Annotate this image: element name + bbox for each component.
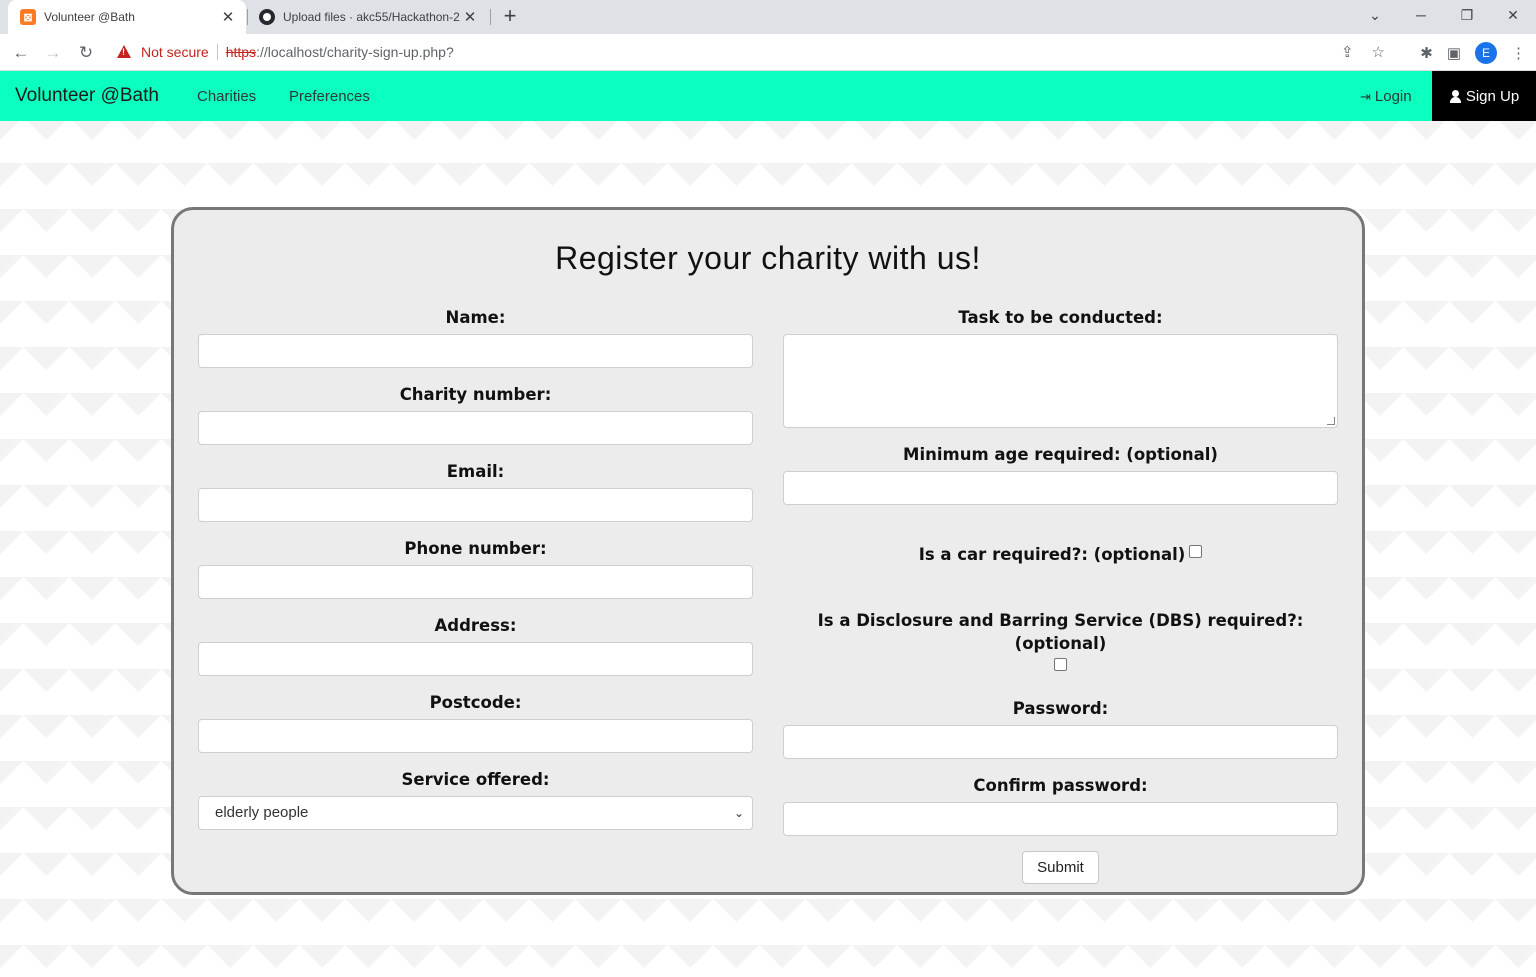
extensions-icon[interactable]: ✱ — [1420, 44, 1433, 62]
nav-signup[interactable]: Sign Up — [1432, 71, 1536, 121]
service-select-value: elderly people — [215, 804, 309, 821]
site-navbar: Volunteer @Bath Charities Preferences ⇥ … — [0, 71, 1536, 121]
back-icon[interactable]: ← — [8, 40, 34, 66]
tab-title: Volunteer @Bath — [44, 10, 135, 24]
task-label: Task to be conducted: — [958, 308, 1163, 327]
nav-link-preferences[interactable]: Preferences — [289, 88, 370, 105]
email-label: Email: — [446, 462, 505, 481]
signup-label: Sign Up — [1465, 87, 1520, 105]
confirm-password-input[interactable] — [783, 802, 1338, 836]
nav-link-charities[interactable]: Charities — [197, 88, 256, 105]
charity-number-input[interactable] — [198, 411, 753, 445]
tab-search-icon[interactable]: ⌄ — [1352, 0, 1398, 30]
omnibox-actions: ⇪ ☆ — [1341, 37, 1395, 67]
github-icon — [259, 9, 275, 25]
share-icon[interactable]: ⇪ — [1341, 43, 1354, 61]
login-icon: ⇥ — [1360, 88, 1371, 104]
minimize-icon[interactable]: ─ — [1398, 0, 1444, 30]
forward-icon[interactable]: → — [40, 40, 66, 66]
dbs-label-line1: Is a Disclosure and Barring Service (DBS… — [817, 611, 1304, 630]
toolbar-actions: ✱ ▣ E ⋮ — [1420, 34, 1526, 71]
confirm-password-label: Confirm password: — [973, 776, 1148, 795]
min-age-input[interactable] — [783, 471, 1338, 505]
tab-divider — [490, 9, 491, 25]
address-bar[interactable]: Not secure https ://localhost/charity-si… — [107, 37, 1395, 67]
dbs-required-checkbox[interactable] — [1054, 658, 1067, 671]
tab-strip: ⊠ Volunteer @Bath ✕ Upload files · akc55… — [0, 0, 1536, 34]
user-icon — [1449, 89, 1462, 103]
password-label: Password: — [1012, 699, 1109, 718]
password-input[interactable] — [783, 725, 1338, 759]
name-input[interactable] — [198, 334, 753, 368]
new-tab-icon[interactable]: + — [498, 4, 522, 28]
xampp-icon: ⊠ — [20, 9, 36, 25]
chevron-down-icon: ⌄ — [733, 806, 744, 820]
form-title: Register your charity with us! — [555, 240, 981, 276]
service-select[interactable]: elderly people ⌄ — [198, 796, 753, 830]
name-label: Name: — [445, 308, 506, 327]
registration-card: Register your charity with us! Name: Cha… — [171, 207, 1365, 895]
tab-upload-files[interactable]: Upload files · akc55/Hackathon-2 ✕ — [250, 0, 488, 34]
dbs-required-row: Is a Disclosure and Barring Service (DBS… — [783, 609, 1338, 671]
address-input[interactable] — [198, 642, 753, 676]
car-required-label: Is a car required?: (optional) — [918, 545, 1186, 564]
postcode-input[interactable] — [198, 719, 753, 753]
service-label: Service offered: — [401, 770, 550, 789]
restore-icon[interactable]: ❐ — [1444, 0, 1490, 30]
url-scheme: https — [225, 44, 257, 60]
postcode-label: Postcode: — [429, 693, 522, 712]
phone-label: Phone number: — [404, 539, 547, 558]
bookmark-star-icon[interactable]: ☆ — [1372, 43, 1385, 61]
task-textarea[interactable] — [783, 334, 1338, 428]
car-required-row: Is a car required?: (optional) — [783, 543, 1338, 566]
url-text: ://localhost/charity-sign-up.php? — [256, 44, 454, 60]
tab-title: Upload files · akc55/Hackathon-2 — [283, 10, 460, 24]
email-input[interactable] — [198, 488, 753, 522]
page-background: Volunteer @Bath Charities Preferences ⇥ … — [0, 71, 1536, 977]
submit-button[interactable]: Submit — [1022, 851, 1099, 884]
min-age-label: Minimum age required: (optional) — [903, 445, 1218, 464]
charity-number-label: Charity number: — [399, 385, 552, 404]
dbs-label-line2: (optional) — [1014, 634, 1107, 653]
close-tab-icon[interactable]: ✕ — [220, 8, 236, 26]
omnibox-divider — [216, 44, 218, 60]
warning-icon[interactable] — [117, 45, 131, 59]
menu-kebab-icon[interactable]: ⋮ — [1511, 44, 1526, 62]
address-label: Address: — [434, 616, 517, 635]
side-panel-icon[interactable]: ▣ — [1447, 44, 1461, 62]
nav-login[interactable]: ⇥ Login — [1360, 88, 1412, 105]
car-required-checkbox[interactable] — [1189, 545, 1203, 558]
site-brand[interactable]: Volunteer @Bath — [15, 85, 159, 107]
reload-icon[interactable]: ↻ — [73, 40, 99, 66]
login-label: Login — [1374, 88, 1412, 105]
tab-volunteer-bath[interactable]: ⊠ Volunteer @Bath ✕ — [8, 0, 246, 34]
security-label[interactable]: Not secure — [141, 44, 209, 60]
tab-divider — [247, 9, 248, 25]
close-tab-icon[interactable]: ✕ — [462, 8, 478, 26]
close-window-icon[interactable]: ✕ — [1490, 0, 1536, 30]
profile-avatar[interactable]: E — [1475, 41, 1497, 64]
browser-toolbar: ← → ↻ Not secure https ://localhost/char… — [0, 34, 1536, 71]
phone-input[interactable] — [198, 565, 753, 599]
